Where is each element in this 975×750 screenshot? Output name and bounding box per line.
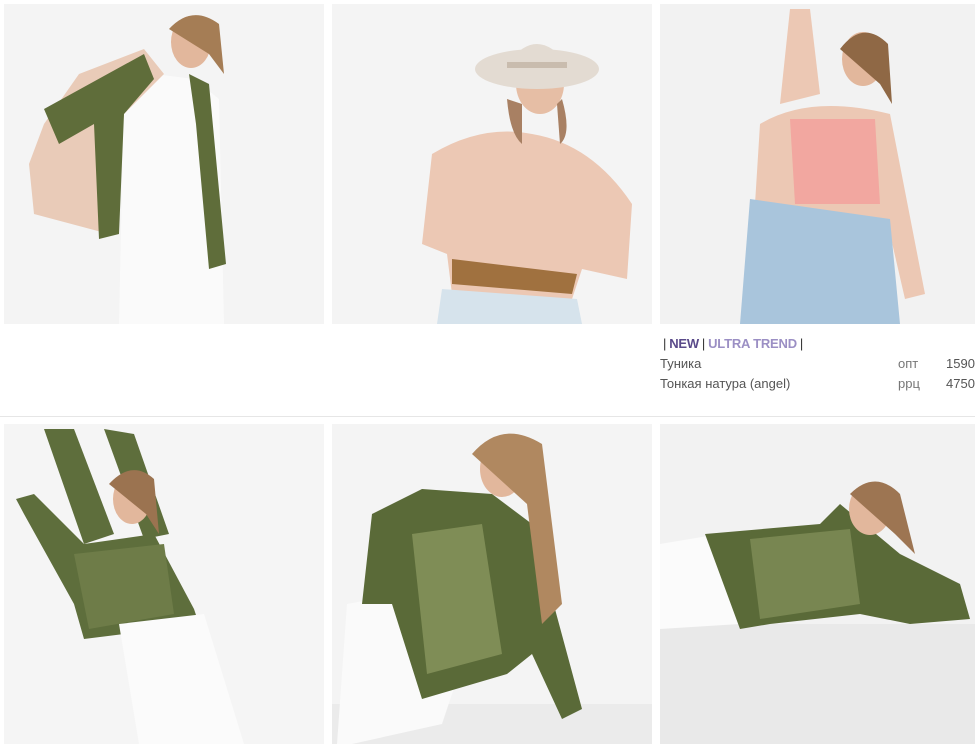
wholesale-price-label: опт [898, 356, 919, 371]
badge-separator: | [799, 336, 804, 351]
model-peach-tunic-jeans-photo [660, 4, 975, 324]
product-collection-row: Тонкая натура (angel) ррц 4750 [660, 374, 975, 394]
product-photo-1[interactable] [4, 4, 324, 324]
product-photo-3[interactable] [660, 4, 975, 324]
retail-price-label: ррц [898, 376, 920, 391]
model-olive-tunic-standing-photo [4, 424, 324, 744]
badge-separator: | [663, 336, 667, 351]
product-name[interactable]: Туника [660, 354, 701, 374]
product-photo-5[interactable] [332, 424, 652, 744]
product-name-row: Туника опт 1590 [660, 354, 975, 374]
model-peach-sweater-hat-photo [332, 4, 652, 324]
model-olive-tunic-lying-photo [660, 424, 975, 744]
product-photo-4[interactable] [4, 424, 324, 744]
product-info: | NEW | ULTRA TREND | Туника опт 1590 Тонкая… [660, 334, 975, 394]
retail-price: 4750 [946, 376, 975, 391]
model-olive-tunic-sitting-photo [332, 424, 652, 744]
product-photo-2[interactable] [332, 4, 652, 324]
badge-separator: | [701, 336, 706, 351]
product-badges: | NEW | ULTRA TREND | [660, 334, 972, 354]
model-beige-green-cardigan-photo [4, 4, 324, 324]
row-divider [0, 416, 975, 417]
badge-ultra-trend[interactable]: ULTRA TREND [708, 336, 797, 351]
wholesale-price: 1590 [946, 356, 975, 371]
product-collection[interactable]: Тонкая натура (angel) [660, 374, 790, 394]
badge-new[interactable]: NEW [669, 336, 699, 351]
product-photo-6[interactable] [660, 424, 975, 744]
